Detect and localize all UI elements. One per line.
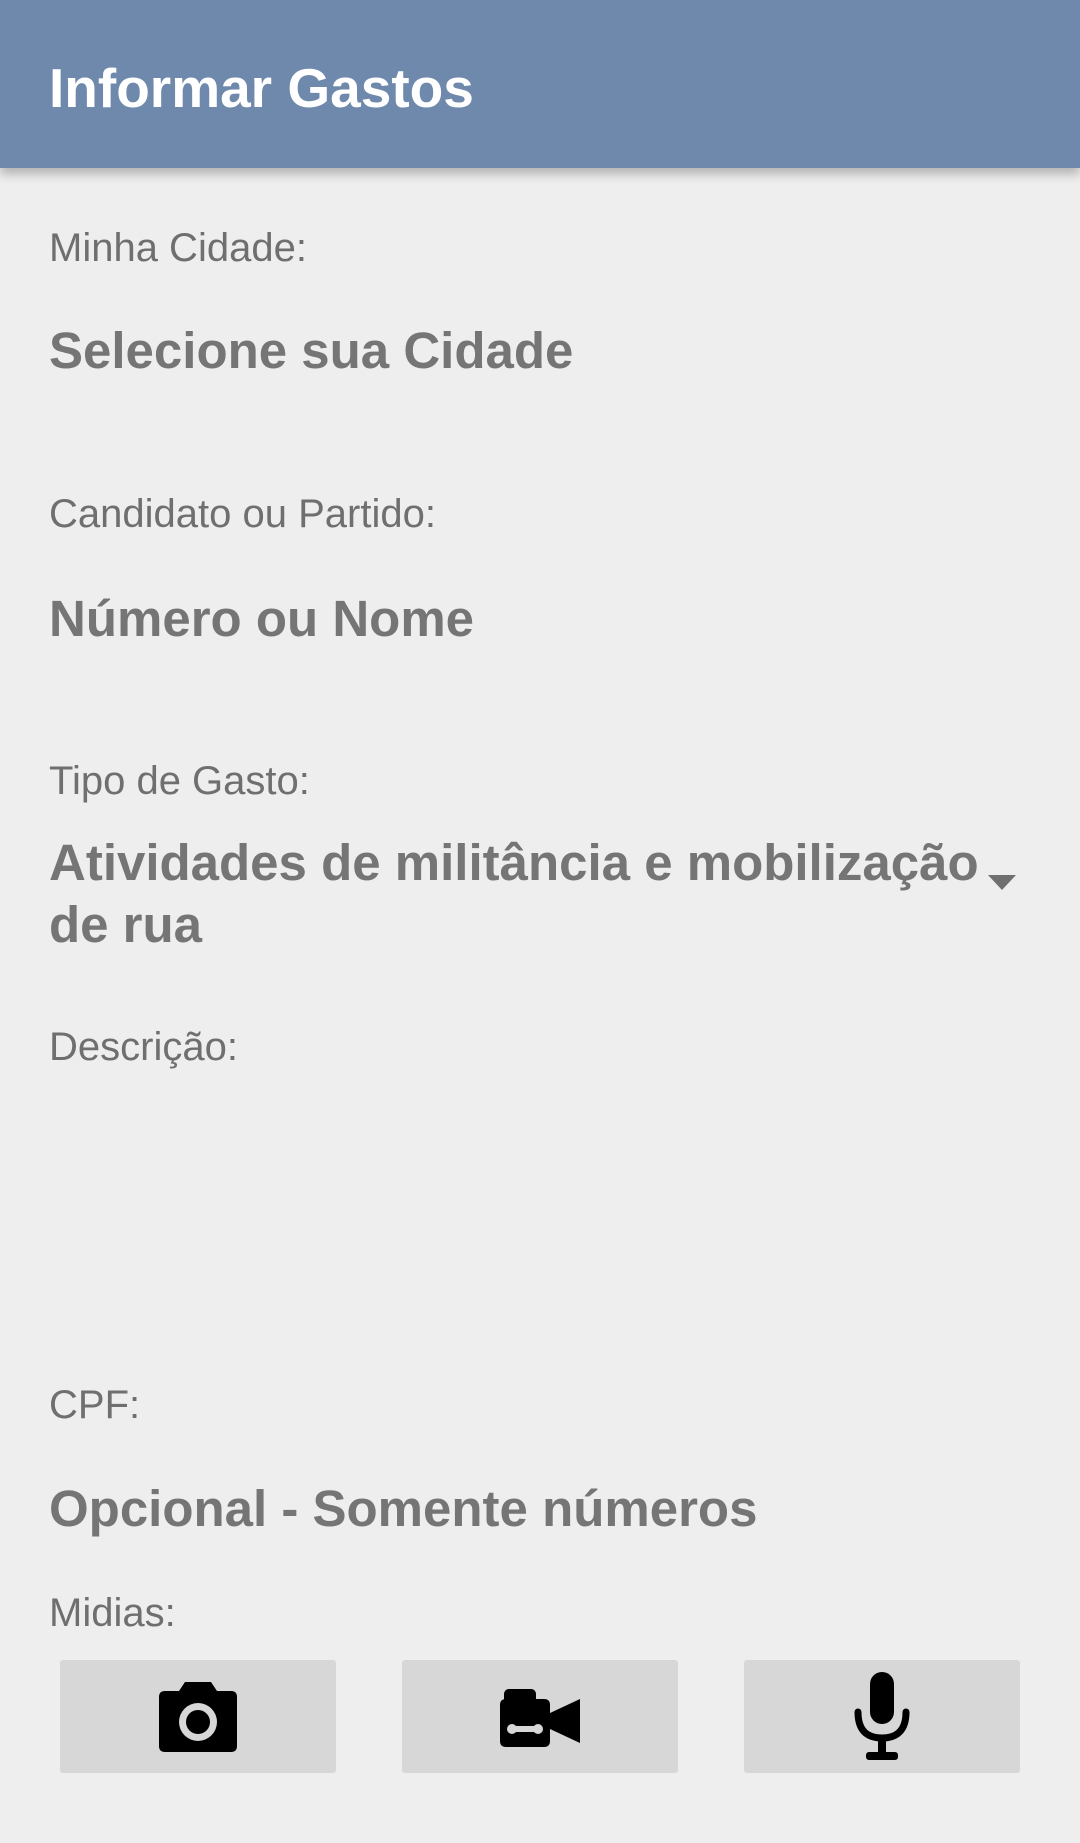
audio-button[interactable] — [744, 1660, 1020, 1773]
expense-type-select[interactable]: Atividades de militância e mobilização d… — [49, 832, 989, 956]
page-title: Informar Gastos — [49, 57, 474, 119]
cpf-input[interactable]: Opcional - Somente números — [49, 1478, 757, 1540]
expense-type-label: Tipo de Gasto: — [49, 759, 310, 803]
candidate-input[interactable]: Número ou Nome — [49, 588, 474, 650]
mic-icon — [854, 1671, 910, 1760]
media-label: Midias: — [49, 1591, 176, 1635]
expense-type-value: Atividades de militância e mobilização d… — [49, 834, 979, 953]
description-label: Descrição: — [49, 1025, 238, 1069]
camera-icon — [159, 1681, 237, 1752]
candidate-label: Candidato ou Partido: — [49, 492, 436, 536]
city-input[interactable]: Selecione sua Cidade — [49, 320, 573, 382]
camera-button[interactable] — [60, 1660, 336, 1773]
app-bar: Informar Gastos — [0, 0, 1080, 168]
city-label: Minha Cidade: — [49, 226, 307, 270]
video-button[interactable] — [402, 1660, 678, 1773]
cpf-label: CPF: — [49, 1383, 141, 1427]
description-input[interactable] — [49, 1090, 1029, 1350]
dropdown-arrow-icon[interactable] — [988, 875, 1016, 890]
videocam-icon — [500, 1688, 580, 1747]
